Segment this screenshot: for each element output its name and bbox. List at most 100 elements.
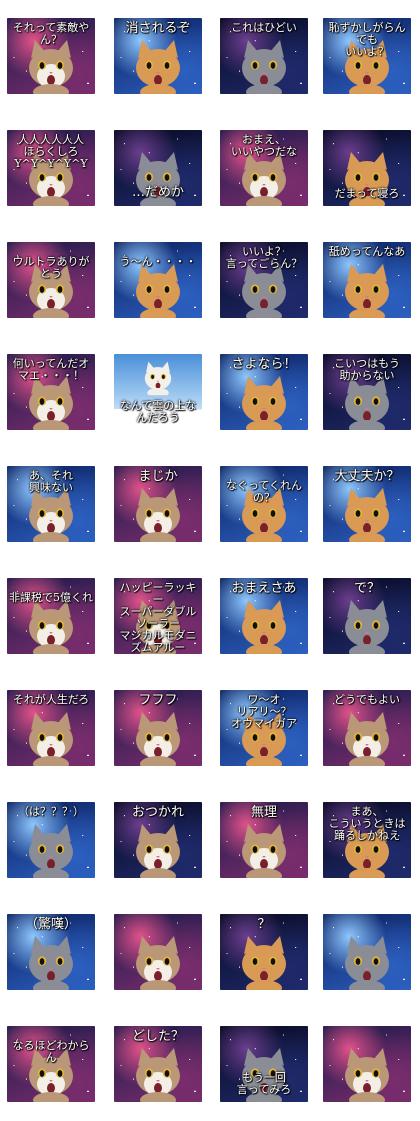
sticker-caption: これはひどい [231,21,297,34]
cat-photo [234,374,294,430]
sticker-caption: う〜ん・・・・ [119,255,197,268]
cat-face-icon [242,152,286,206]
sticker-caption: それが人生だろ [12,693,90,706]
cat-face-icon [345,1048,389,1102]
sticker-tile[interactable] [323,914,411,990]
sticker-caption: （は？？？） [18,805,84,818]
sticker-caption: もう一回 言ってみろ [236,1071,292,1096]
cat-face-icon [345,936,389,990]
cat-face-icon [29,376,73,430]
cat-photo [337,934,397,990]
cat-face-icon [242,936,286,990]
sticker-tile[interactable]: 人人人人人人 ほらくしろ Y^Y^Y^Y^Y [7,130,95,206]
sticker-caption: おまえさあ [231,581,297,596]
sticker-caption: さよなら！ [231,357,297,372]
sticker-tile[interactable]: さよなら！ [220,354,308,430]
sticker-tile[interactable]: ウルトラありがとう [7,242,95,318]
sticker-tile[interactable] [114,914,202,990]
cat-photo [337,486,397,542]
cat-face-icon [29,824,73,878]
sticker-tile[interactable]: いいよ？ 言ってごらん？ [220,242,308,318]
sticker-tile[interactable]: まじか [114,466,202,542]
sticker-tile[interactable]: 大丈夫か？ [323,466,411,542]
sticker-tile[interactable]: 消されるぞ [114,18,202,94]
sticker-caption: いいよ？ 言ってごらん？ [225,245,303,270]
sticker-tile[interactable]: なるほどわからん [7,1026,95,1102]
cat-face-icon [136,264,180,318]
sticker-caption: ウルトラありがとう [12,255,90,280]
cat-photo [234,822,294,878]
sticker-tile[interactable]: ？ [220,914,308,990]
sticker-tile[interactable]: ハッピーラッキー スーパーダブルソーラー マジカルモダニズムアルー [114,578,202,654]
sticker-tile[interactable]: どうでもよい [323,690,411,766]
sticker-tile[interactable]: 舐めってんなあ [323,242,411,318]
sticker-tile[interactable]: フフフ [114,690,202,766]
cat-face-icon [136,936,180,990]
sticker-caption: まじか [138,469,178,484]
cat-photo [128,38,188,94]
cat-face-icon [345,264,389,318]
cat-face-icon [345,600,389,654]
cat-photo [128,934,188,990]
cat-photo [234,598,294,654]
cat-photo [21,710,81,766]
cat-photo [234,262,294,318]
cat-photo [128,486,188,542]
cat-photo [128,262,188,318]
sticker-caption: ？ [257,917,271,932]
sticker-caption: 恥ずかしがらんでも いいよ？ [328,21,406,58]
sticker-tile[interactable]: （驚嘆） [7,914,95,990]
sticker-tile[interactable]: おつかれ [114,802,202,878]
cat-face-icon [345,712,389,766]
cat-face-icon [136,488,180,542]
sticker-caption: おまえ、 いいやつだな [231,133,297,158]
sticker-tile[interactable]: もう一回 言ってみろ [220,1026,308,1102]
sticker-tile[interactable]: それって素敵やん？ [7,18,95,94]
sticker-tile[interactable]: 恥ずかしがらんでも いいよ？ [323,18,411,94]
sticker-tile[interactable]: なんで雲の上なんだろう [114,354,202,430]
sticker-tile[interactable]: 無理 [220,802,308,878]
cat-face-icon [29,600,73,654]
sticker-tile[interactable]: う〜ん・・・・ [114,242,202,318]
cat-photo [21,598,81,654]
sticker-tile[interactable] [323,1026,411,1102]
sticker-tile[interactable]: ワ〜オ リアリ〜？ オウマイガア [220,690,308,766]
sticker-tile[interactable]: （は？？？） [7,802,95,878]
cat-face-icon [242,600,286,654]
cat-face-icon [144,361,172,398]
sticker-tile[interactable]: おまえ、 いいやつだな [220,130,308,206]
sticker-tile[interactable]: だまって寝ろ [323,130,411,206]
sticker-caption: 無理 [250,805,277,820]
cat-face-icon [345,376,389,430]
cat-photo [21,822,81,878]
sticker-caption: どした？ [131,1029,184,1044]
sticker-tile[interactable]: あ、それ 興味ない [7,466,95,542]
sticker-tile[interactable]: こいつはもう 助からない [323,354,411,430]
cat-face-icon [242,40,286,94]
cat-photo [337,598,397,654]
sticker-tile[interactable]: 非課税で5億くれ [7,578,95,654]
sticker-tile[interactable]: で？ [323,578,411,654]
sticker-tile[interactable]: どした？ [114,1026,202,1102]
cat-face-icon [29,936,73,990]
sticker-tile[interactable]: それが人生だろ [7,690,95,766]
sticker-caption: …だめか [131,185,184,200]
sticker-tile[interactable]: なぐってくれんの？ [220,466,308,542]
cat-face-icon [242,264,286,318]
sticker-tile[interactable]: 何いってんだオマエ・・・！ [7,354,95,430]
cat-photo [21,486,81,542]
sticker-caption: 消されるぞ [125,21,191,36]
sticker-caption: なんで雲の上なんだろう [119,399,197,424]
sticker-grid: それって素敵やん？ 消されるぞ これはひどい 恥ずかしがらんでも いいよ？ 人人… [0,0,420,1121]
sticker-caption: どうでもよい [334,693,400,706]
sticker-tile[interactable]: まあ、 こういうときは 踊るしかねえ [323,802,411,878]
sticker-caption: で？ [353,581,380,596]
sticker-tile[interactable]: おまえさあ [220,578,308,654]
sticker-tile[interactable]: これはひどい [220,18,308,94]
cat-photo [234,150,294,206]
sticker-caption: 舐めってんなあ [328,245,406,258]
cat-face-icon [29,712,73,766]
sticker-caption: ハッピーラッキー スーパーダブルソーラー マジカルモダニズムアルー [119,581,197,654]
sticker-tile[interactable]: …だめか [114,130,202,206]
cat-photo [21,38,81,94]
